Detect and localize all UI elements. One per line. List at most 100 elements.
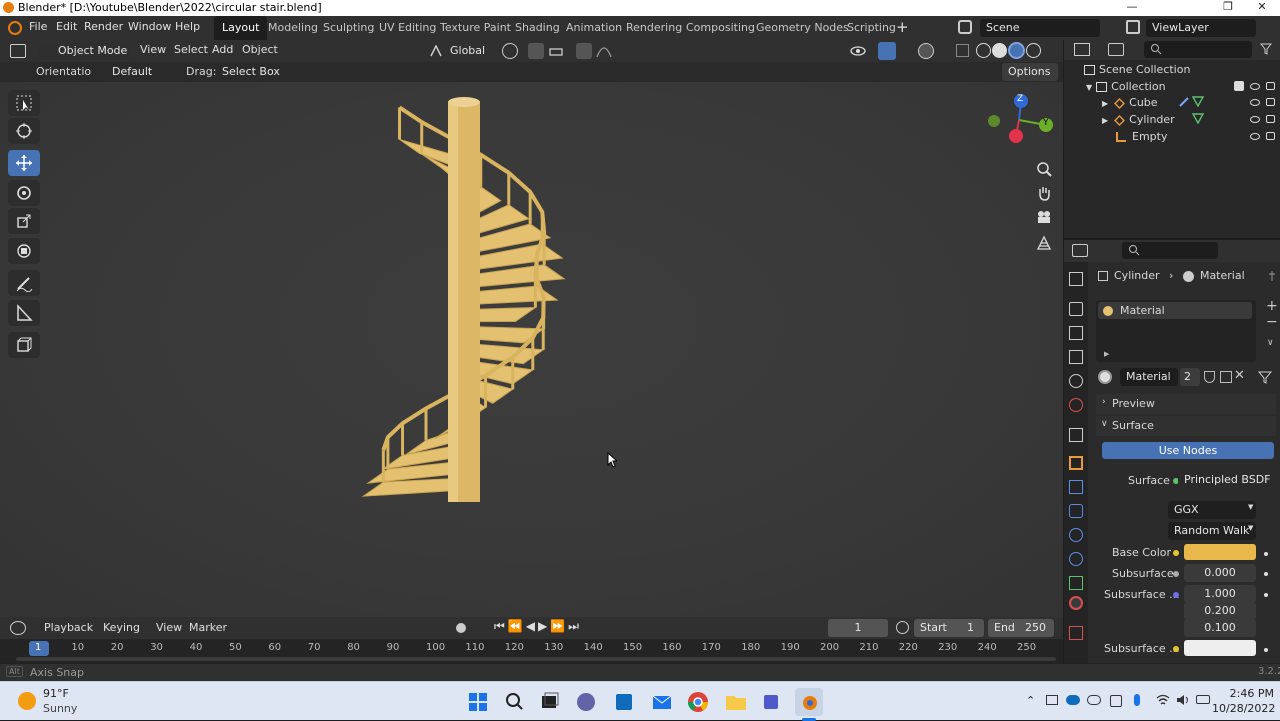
keyframe-dot[interactable] xyxy=(1264,593,1268,597)
material-shading-icon[interactable] xyxy=(1008,42,1025,59)
select-box-tool[interactable] xyxy=(8,90,40,116)
playback-controls[interactable]: ⏮⏪◀▶⏩⏭ xyxy=(494,619,582,634)
scene-collection-row[interactable]: Scene Collection xyxy=(1084,63,1190,76)
data-tab-icon[interactable] xyxy=(1069,576,1083,590)
teams-icon[interactable] xyxy=(758,688,786,716)
chrome-icon[interactable] xyxy=(684,688,712,716)
subsurface-radius-y[interactable]: 0.200 xyxy=(1184,602,1256,620)
add-workspace-icon[interactable]: + xyxy=(896,18,909,36)
visibility-icon[interactable] xyxy=(850,44,866,58)
view-layer-tab-icon[interactable] xyxy=(1069,350,1083,364)
visibility-eye-icon[interactable] xyxy=(1250,133,1260,140)
distribution-select[interactable]: GGX xyxy=(1168,501,1256,519)
subsurface-method-select[interactable]: Random Walk xyxy=(1168,522,1256,540)
world-tab-icon[interactable] xyxy=(1069,398,1083,412)
slot-specials-icon[interactable]: ∨ xyxy=(1267,338,1274,348)
subsurface-color-swatch[interactable] xyxy=(1184,640,1256,656)
windows-start-icon[interactable] xyxy=(464,688,492,716)
solid-shading-icon[interactable] xyxy=(992,43,1007,58)
clock-time[interactable]: 2:46 PM xyxy=(1222,687,1274,700)
view-layer-icon[interactable] xyxy=(1126,20,1140,34)
outliner-item-cube[interactable]: ▶ Cube xyxy=(1102,96,1158,109)
snap-icon[interactable] xyxy=(528,43,544,59)
properties-search-input[interactable] xyxy=(1122,242,1218,259)
rotate-tool[interactable] xyxy=(8,180,40,206)
overlays-icon[interactable] xyxy=(918,43,934,59)
render-camera-icon[interactable] xyxy=(1266,82,1275,90)
tab-texture-paint[interactable]: Texture Paint xyxy=(432,16,519,40)
subsurface-radius-x[interactable]: 1.000 xyxy=(1184,585,1256,603)
constraints-tab-icon[interactable] xyxy=(1069,552,1083,566)
zoom-icon[interactable] xyxy=(1031,156,1057,182)
options-button[interactable]: Options xyxy=(1002,63,1058,81)
scene-icon[interactable] xyxy=(958,20,972,34)
mesh-data-icon[interactable] xyxy=(1191,96,1205,108)
keyframe-dot[interactable] xyxy=(1264,648,1268,652)
base-color-swatch[interactable] xyxy=(1184,544,1256,560)
minimize-button[interactable]: — xyxy=(1116,0,1148,16)
cube-expand-icon[interactable]: ▶ xyxy=(1102,99,1108,108)
proportional-edit-icon[interactable] xyxy=(576,43,592,59)
task-view-icon[interactable] xyxy=(536,688,564,716)
material-browse-icon[interactable] xyxy=(1098,370,1112,384)
taskbar-search-icon[interactable] xyxy=(500,688,528,716)
view-layer-field[interactable]: ViewLayer xyxy=(1146,19,1256,37)
annotate-tool[interactable] xyxy=(8,270,40,296)
mesh-data-icon[interactable] xyxy=(1191,113,1205,125)
drag-select[interactable]: Select Box xyxy=(216,63,280,81)
render-camera-icon[interactable] xyxy=(1266,98,1275,106)
particles-tab-icon[interactable] xyxy=(1069,504,1083,518)
collection-tab-icon[interactable] xyxy=(1069,428,1083,442)
outlook-icon[interactable] xyxy=(610,688,638,716)
clock-icon[interactable] xyxy=(896,621,909,634)
timeline-ruler[interactable]: 1 10 20 30 40 50 60 70 80 90 100 110 120 130 140 150 160… xyxy=(0,639,1063,663)
filter-icon[interactable] xyxy=(1259,43,1273,55)
timeline-menu-marker[interactable]: Marker xyxy=(189,621,227,634)
end-frame-field[interactable]: End 250 xyxy=(988,619,1054,637)
modifier-icon[interactable] xyxy=(1178,96,1190,107)
clock-date[interactable]: 10/28/2022 xyxy=(1212,702,1275,715)
collection-row[interactable]: ▼ Collection xyxy=(1086,80,1166,93)
start-frame-field[interactable]: Start 1 xyxy=(914,619,984,637)
tray-app-icon[interactable] xyxy=(1046,695,1058,705)
current-frame-field[interactable]: 1 xyxy=(828,619,888,637)
modifier-tab-icon[interactable] xyxy=(1069,480,1083,494)
tab-scripting[interactable]: Scripting xyxy=(839,16,904,40)
fake-user-shield-icon[interactable] xyxy=(1204,371,1215,383)
volume-icon[interactable] xyxy=(1176,694,1190,706)
outliner-item-empty[interactable]: Empty xyxy=(1116,130,1167,143)
weather-temp[interactable]: 91°F xyxy=(43,687,69,700)
outliner-item-cylinder[interactable]: ▶ Cylinder xyxy=(1102,113,1175,126)
outliner-search-input[interactable] xyxy=(1144,41,1252,58)
add-slot-icon[interactable]: + xyxy=(1266,298,1278,314)
xray-icon[interactable] xyxy=(956,44,969,57)
visibility-eye-icon[interactable] xyxy=(1250,99,1260,106)
material-slot-list[interactable]: Material ▶ xyxy=(1096,300,1256,362)
restore-button[interactable]: ❐ xyxy=(1212,0,1244,16)
scene-field[interactable]: Scene xyxy=(980,19,1100,37)
display-icon[interactable] xyxy=(1110,695,1122,707)
menu-edit[interactable]: Edit xyxy=(56,20,77,33)
viewport-menu-select[interactable]: Select xyxy=(174,43,208,56)
keyframe-dot[interactable] xyxy=(1264,552,1268,556)
viewport-menu-object[interactable]: Object xyxy=(242,43,278,56)
unlink-material-icon[interactable]: ✕ xyxy=(1234,368,1245,383)
timeline-scrollbar[interactable] xyxy=(16,657,1056,661)
onedrive-icon[interactable] xyxy=(1066,695,1080,705)
slot-expand-icon[interactable]: ▶ xyxy=(1104,350,1109,358)
timeline-menu-keying[interactable]: Keying xyxy=(103,621,140,634)
browse-filter-icon[interactable] xyxy=(1257,370,1273,384)
timeline-menu-view[interactable]: View xyxy=(156,621,182,634)
cylinder-expand-icon[interactable]: ▶ xyxy=(1102,116,1108,125)
render-camera-icon[interactable] xyxy=(1266,115,1275,123)
physics-tab-icon[interactable] xyxy=(1069,528,1083,542)
battery-icon[interactable] xyxy=(1196,695,1210,704)
wifi-icon[interactable] xyxy=(1156,694,1170,706)
3d-viewport[interactable]: Z Y xyxy=(0,82,1063,617)
subsurface-field[interactable]: 0.000 xyxy=(1184,564,1256,582)
blender-taskbar-icon[interactable] xyxy=(795,688,823,716)
orientation-select[interactable]: Default xyxy=(92,63,174,81)
menu-help[interactable]: Help xyxy=(175,20,200,33)
pin-icon[interactable] xyxy=(1267,270,1277,282)
material-name-field[interactable]: Material xyxy=(1120,368,1178,386)
